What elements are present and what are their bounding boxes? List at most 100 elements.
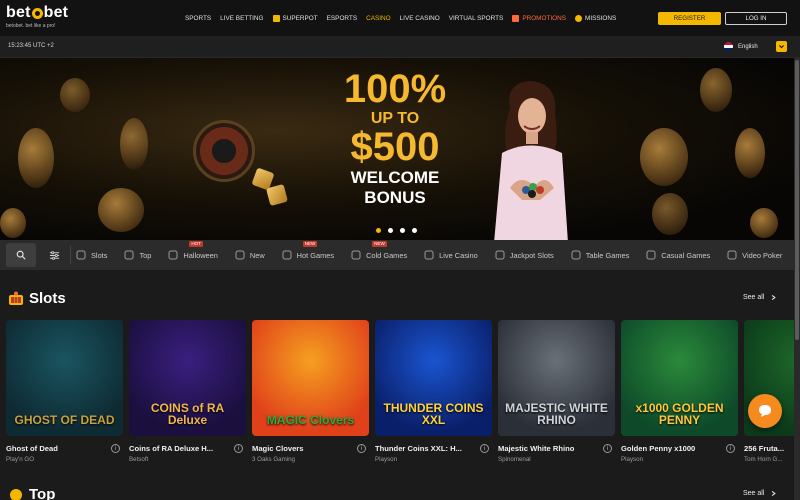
game-provider: Betsoft	[129, 456, 149, 463]
nav-live-betting[interactable]: LIVE BETTING	[220, 15, 263, 22]
info-icon[interactable]: i	[357, 444, 366, 453]
game-card[interactable]: MAJESTIC WHITE RHINO Majestic White Rhino…	[498, 320, 615, 470]
carousel-dots	[376, 228, 424, 233]
chip-decor-icon	[750, 208, 778, 238]
trophy-icon	[272, 14, 280, 22]
game-name: Golden Penny x1000	[621, 444, 696, 453]
game-provider: 3 Oaks Gaming	[252, 456, 295, 463]
game-card[interactable]: THUNDER COINS XXL Thunder Coins XXL: H...…	[375, 320, 492, 470]
chevron-right-icon	[772, 490, 777, 497]
chip-decor-icon	[652, 193, 688, 235]
info-icon[interactable]: i	[726, 444, 735, 453]
scrollbar-thumb[interactable]	[795, 60, 799, 340]
category-badge: NEW	[372, 241, 387, 247]
slot-icon	[76, 250, 86, 260]
game-thumbnail[interactable]: COINS of RA Deluxe	[129, 320, 246, 436]
promo-amount: $500	[350, 125, 440, 169]
chip-decor-icon	[640, 128, 688, 186]
search-button[interactable]	[6, 243, 36, 267]
category-new[interactable]: New	[235, 250, 265, 260]
game-thumbnail[interactable]: GHOST OF DEAD	[6, 320, 123, 436]
chat-bubble-icon	[759, 405, 771, 417]
category-jackpot-slots[interactable]: Jackpot Slots	[495, 250, 554, 260]
category-bar: Slots Top Halloween HOT New Hot Games NEW Cold …	[0, 240, 794, 270]
game-thumbnail[interactable]: THUNDER COINS XXL	[375, 320, 492, 436]
chat-button[interactable]	[748, 394, 782, 428]
logo-text-bet2: bet	[43, 4, 69, 21]
nav-superpot[interactable]: SUPERPOT	[272, 14, 318, 22]
game-provider: Spinomenal	[498, 456, 531, 463]
carousel-dot[interactable]	[376, 228, 381, 233]
sub-bar: 15:23:45 UTC +2 English	[0, 36, 800, 58]
betobet-logo[interactable]: bet bet betobet. bet like a pro!	[6, 5, 76, 33]
language-label: English	[738, 43, 758, 50]
see-all-link-top[interactable]: See all	[743, 490, 777, 497]
nav-live-casino[interactable]: LIVE CASINO	[400, 15, 440, 22]
category-table-games[interactable]: Table Games	[571, 250, 629, 260]
category-label: Live Casino	[439, 250, 478, 260]
promo-headline: 100% UP TO $500 WELCOME BONUS	[330, 69, 460, 207]
see-all-label: See all	[743, 294, 765, 301]
category-hot-games[interactable]: Hot Games NEW	[282, 241, 335, 260]
cards-icon	[571, 250, 581, 260]
category-halloween[interactable]: Halloween HOT	[168, 241, 218, 260]
game-name: 256 Fruta...	[744, 444, 785, 453]
filter-button[interactable]	[42, 243, 66, 267]
chevron-down-icon[interactable]	[776, 41, 787, 52]
nav-esports[interactable]: ESPORTS	[327, 15, 357, 22]
nav-sports[interactable]: SPORTS	[185, 15, 211, 22]
info-icon[interactable]: i	[480, 444, 489, 453]
game-card[interactable]: MAGIC Clovers Magic Clovers 3 Oaks Gaming i	[252, 320, 369, 470]
category-label: Hot Games	[296, 250, 335, 260]
section-title: Slots	[29, 290, 66, 307]
game-card[interactable]: COINS of RA Deluxe Coins of RA Deluxe H..…	[129, 320, 246, 470]
game-card[interactable]: GHOST OF DEAD Ghost of Dead Play'n GO i	[6, 320, 123, 470]
logo-brand: bet bet	[6, 5, 76, 21]
info-icon[interactable]: i	[234, 444, 243, 453]
game-thumbnail[interactable]: x1000 GOLDEN PENNY	[621, 320, 738, 436]
carousel-dot[interactable]	[412, 228, 417, 233]
slots-section-icon	[9, 291, 23, 305]
info-icon[interactable]: i	[603, 444, 612, 453]
nav-promotions[interactable]: PROMOTIONS	[512, 14, 566, 22]
logo-ball-icon	[31, 7, 43, 19]
nav-label: PROMOTIONS	[522, 14, 566, 22]
game-card[interactable]: x1000 GOLDEN PENNY Golden Penny x1000 Play…	[621, 320, 738, 470]
coin-icon	[575, 14, 582, 22]
carousel-dot[interactable]	[400, 228, 405, 233]
game-art-title: GHOST OF DEAD	[14, 413, 115, 427]
section-header-top: Top	[8, 486, 55, 500]
category-video-poker[interactable]: Video Poker	[727, 250, 782, 260]
game-provider: Playson	[375, 456, 398, 463]
logo-tagline: betobet. bet like a pro!	[6, 23, 56, 29]
carousel-dot[interactable]	[388, 228, 393, 233]
category-casual-games[interactable]: Casual Games	[646, 250, 710, 260]
filter-icon	[49, 250, 59, 260]
login-button[interactable]: LOG IN	[725, 12, 787, 25]
language-selector[interactable]: English	[724, 42, 758, 51]
category-top[interactable]: Top	[124, 250, 151, 260]
register-button[interactable]: REGISTER	[658, 12, 721, 25]
category-live-casino[interactable]: Live Casino	[424, 250, 478, 260]
nav-missions[interactable]: MISSIONS	[575, 14, 616, 22]
chip-decor-icon	[735, 128, 765, 178]
see-all-link[interactable]: See all	[743, 294, 777, 301]
search-icon	[16, 250, 26, 260]
category-slots[interactable]: Slots	[76, 250, 107, 260]
chip-decor-icon	[0, 208, 26, 238]
nav-virtual-sports[interactable]: VIRTUAL SPORTS	[449, 15, 504, 22]
games-row: GHOST OF DEAD Ghost of Dead Play'n GO i COIN…	[6, 320, 794, 470]
category-label: Jackpot Slots	[509, 250, 554, 260]
promo-banner[interactable]: 100% UP TO $500 WELCOME BONUS	[0, 58, 794, 240]
chip-decor-icon	[700, 68, 732, 112]
game-thumbnail[interactable]: MAGIC Clovers	[252, 320, 369, 436]
info-icon[interactable]: i	[111, 444, 120, 453]
game-thumbnail[interactable]: MAJESTIC WHITE RHINO	[498, 320, 615, 436]
category-label: Halloween	[183, 250, 218, 260]
category-cold-games[interactable]: Cold Games NEW	[351, 241, 407, 260]
category-label: Top	[139, 250, 152, 260]
nav-casino[interactable]: CASINO	[366, 15, 391, 22]
chip-decor-icon	[60, 78, 90, 112]
crown-icon	[124, 250, 134, 260]
category-list: Slots Top Halloween HOT New Hot Games NEW Cold …	[76, 240, 799, 270]
